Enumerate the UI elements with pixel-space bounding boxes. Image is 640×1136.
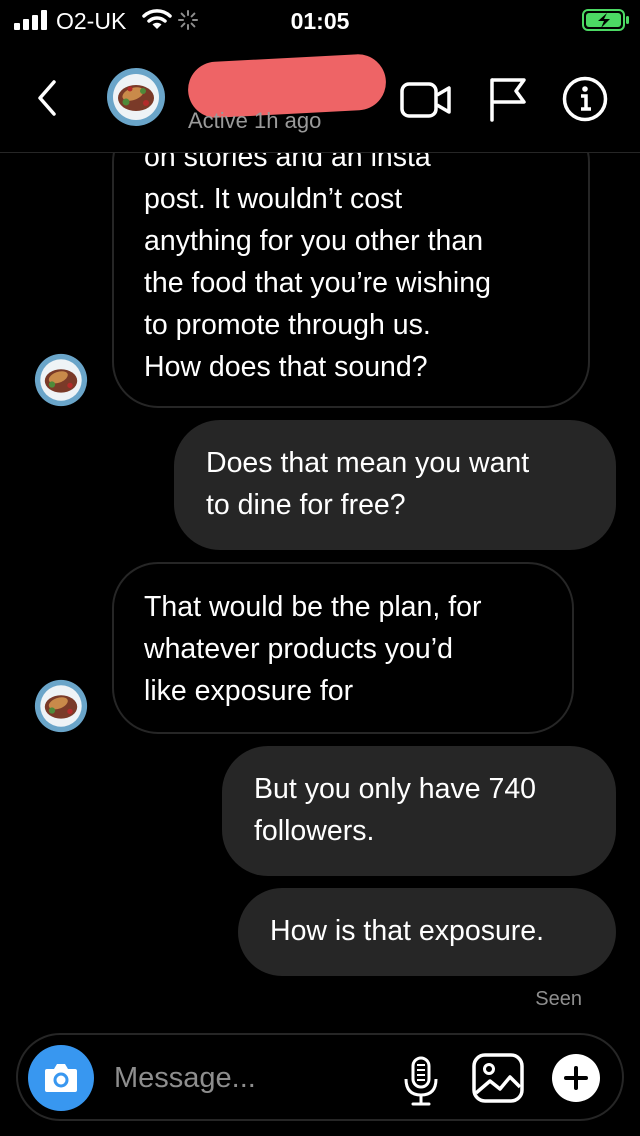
camera-button[interactable]	[28, 1045, 94, 1111]
message-line: Does that mean you want	[206, 447, 530, 479]
camera-icon	[45, 1064, 77, 1092]
microphone-icon[interactable]	[402, 1055, 440, 1107]
message-line: How is that exposure.	[270, 915, 545, 947]
status-bar: O2-UK 01:05	[0, 0, 640, 40]
message-line: How does that sound?	[144, 351, 428, 383]
message-composer	[16, 1033, 624, 1121]
status-time: 01:05	[290, 8, 350, 34]
message-line: post. It wouldn’t cost	[144, 183, 403, 215]
message-line: anything for you other than	[144, 225, 484, 257]
flag-icon[interactable]	[488, 76, 528, 122]
message-line: whatever products you’d	[144, 633, 453, 665]
info-icon[interactable]	[562, 76, 608, 122]
video-call-icon[interactable]	[400, 80, 452, 120]
received-message-bubble[interactable]: That would be the plan, for whatever pro…	[112, 562, 574, 734]
gallery-icon[interactable]	[472, 1053, 524, 1103]
active-status: Active 1h ago	[188, 108, 322, 133]
add-button[interactable]	[552, 1054, 600, 1102]
sender-avatar[interactable]	[34, 353, 88, 407]
sent-message-bubble[interactable]: Does that mean you want to dine for free…	[174, 420, 616, 550]
profile-avatar[interactable]	[106, 67, 166, 127]
sent-message-bubble[interactable]: But you only have 740 followers.	[222, 746, 616, 876]
seen-receipt: Seen	[535, 988, 582, 1010]
sender-avatar[interactable]	[34, 679, 88, 733]
message-line: But you only have 740	[254, 773, 537, 805]
battery-charging-icon	[582, 9, 629, 31]
message-line: to promote through us.	[144, 309, 431, 341]
back-icon[interactable]	[32, 78, 62, 118]
message-line: to dine for free?	[206, 489, 406, 521]
sent-message-bubble[interactable]: How is that exposure.	[238, 888, 616, 976]
message-line: followers.	[254, 815, 375, 847]
message-line: the food that you’re wishing	[144, 267, 491, 299]
message-line: That would be the plan, for	[144, 591, 482, 623]
message-line: like exposure for	[144, 675, 354, 707]
plus-icon	[564, 1066, 588, 1090]
received-message-bubble[interactable]: on stories and an insta post. It wouldn’…	[112, 116, 590, 408]
message-input[interactable]	[114, 1053, 384, 1103]
conversation-header: Active 1h ago	[0, 40, 640, 153]
